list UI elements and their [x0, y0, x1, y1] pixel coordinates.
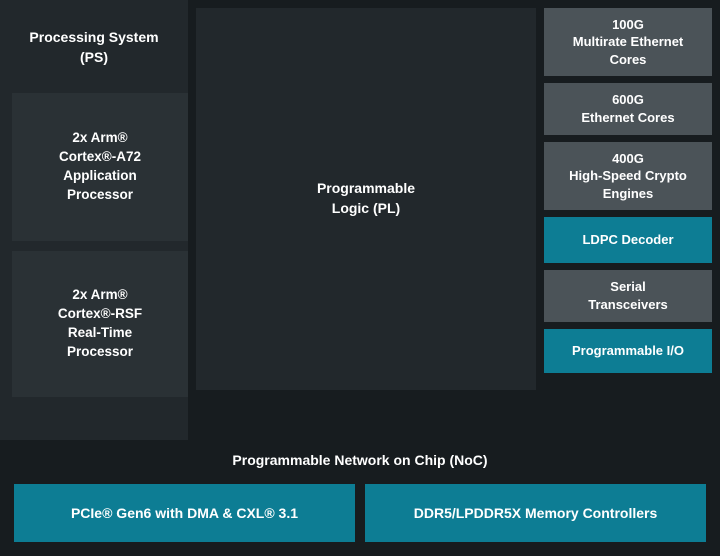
rt-processor-label: 2x Arm® Cortex®-RSF Real-Time Processor	[58, 286, 142, 362]
ethernet-600g-label: 600G Ethernet Cores	[581, 91, 674, 126]
crypto-400g-label: 400G High-Speed Crypto Engines	[569, 150, 687, 203]
right-column: 100G Multirate Ethernet Cores 600G Ether…	[544, 0, 712, 440]
serial-label: Serial Transceivers	[588, 278, 668, 313]
ethernet-100g-block: 100G Multirate Ethernet Cores	[544, 8, 712, 76]
processing-system-column: Processing System (PS) 2x Arm® Cortex®-A…	[0, 0, 188, 440]
ps-title-line1: Processing System	[29, 29, 158, 45]
ps-title-line2: (PS)	[80, 49, 108, 65]
crypto-400g-block: 400G High-Speed Crypto Engines	[544, 142, 712, 210]
ethernet-600g-block: 600G Ethernet Cores	[544, 83, 712, 135]
programmable-io-block: Programmable I/O	[544, 329, 712, 373]
pcie-block: PCIe® Gen6 with DMA & CXL® 3.1	[14, 484, 355, 542]
noc-label: Programmable Network on Chip (NoC)	[0, 440, 720, 484]
pio-label: Programmable I/O	[572, 342, 684, 360]
rt-processor-block: 2x Arm® Cortex®-RSF Real-Time Processor	[12, 251, 188, 397]
ldpc-decoder-block: LDPC Decoder	[544, 217, 712, 263]
serial-transceivers-block: Serial Transceivers	[544, 270, 712, 322]
app-processor-label: 2x Arm® Cortex®-A72 Application Processo…	[59, 129, 141, 205]
ldpc-label: LDPC Decoder	[582, 231, 673, 249]
pl-label-line2: Logic (PL)	[332, 200, 400, 216]
pl-label-line1: Programmable	[317, 180, 415, 196]
app-processor-block: 2x Arm® Cortex®-A72 Application Processo…	[12, 93, 188, 241]
main-diagram-area: Processing System (PS) 2x Arm® Cortex®-A…	[0, 0, 720, 440]
programmable-logic-block: Programmable Logic (PL)	[196, 8, 536, 390]
center-column: Programmable Logic (PL)	[196, 0, 536, 440]
ddr-block: DDR5/LPDDR5X Memory Controllers	[365, 484, 706, 542]
ethernet-100g-label: 100G Multirate Ethernet Cores	[573, 16, 684, 69]
pcie-label: PCIe® Gen6 with DMA & CXL® 3.1	[71, 505, 298, 521]
ddr-label: DDR5/LPDDR5X Memory Controllers	[414, 505, 658, 521]
processing-system-header: Processing System (PS)	[0, 0, 188, 93]
bottom-row: PCIe® Gen6 with DMA & CXL® 3.1 DDR5/LPDD…	[0, 484, 720, 556]
